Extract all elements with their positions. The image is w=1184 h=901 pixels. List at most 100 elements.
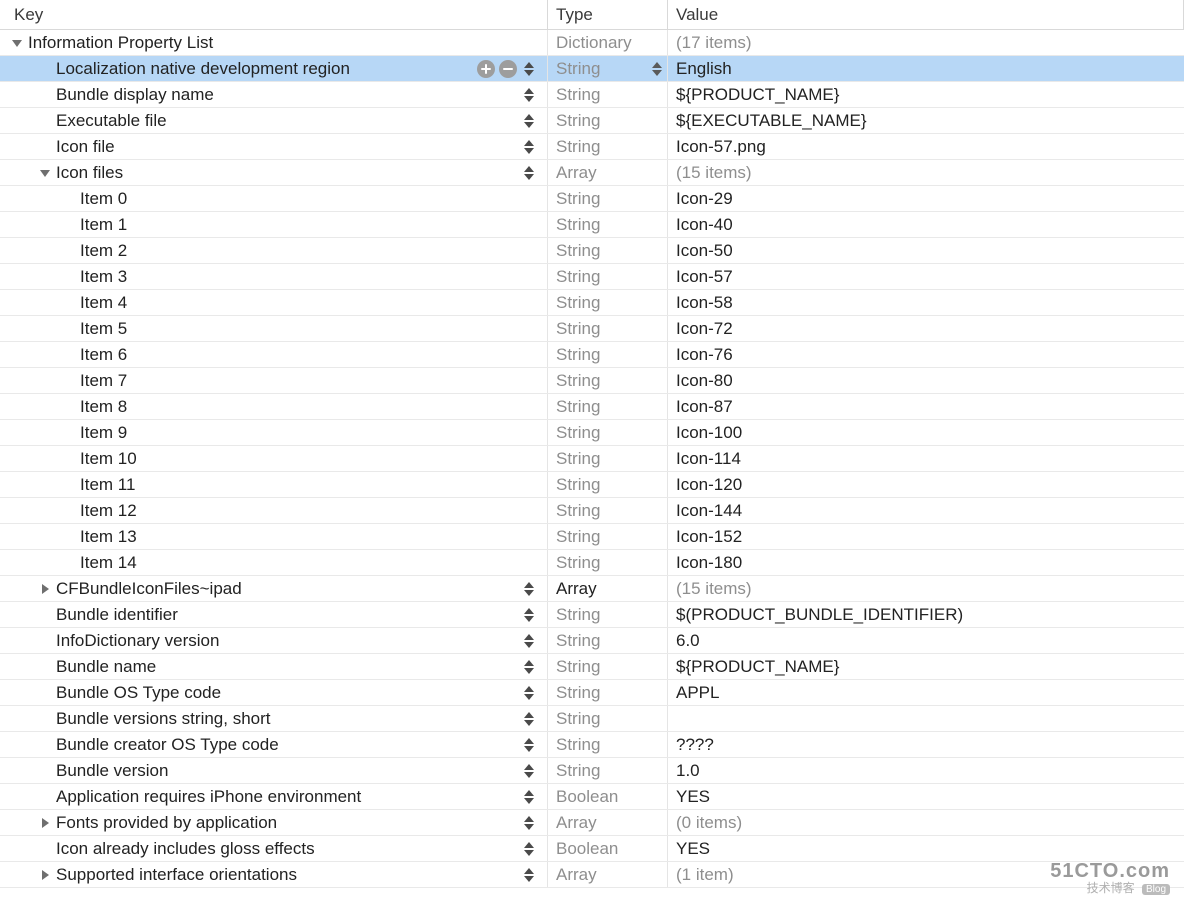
plist-row[interactable]: Icon already includes gloss effectsBoole… xyxy=(0,836,1184,862)
key-stepper-icon[interactable] xyxy=(523,787,535,807)
plist-value[interactable]: Icon-40 xyxy=(676,215,733,235)
plist-type: String xyxy=(556,137,600,157)
plist-row[interactable]: Item 7StringIcon-80 xyxy=(0,368,1184,394)
plist-row[interactable]: Icon filesArray(15 items) xyxy=(0,160,1184,186)
key-stepper-icon[interactable] xyxy=(523,111,535,131)
plist-value[interactable]: Icon-144 xyxy=(676,501,742,521)
plist-row[interactable]: CFBundleIconFiles~ipadArray(15 items) xyxy=(0,576,1184,602)
disclosure-down-icon[interactable] xyxy=(38,166,52,180)
key-stepper-icon[interactable] xyxy=(523,839,535,859)
disclosure-right-icon[interactable] xyxy=(38,582,52,596)
plist-value[interactable]: (1 item) xyxy=(676,865,734,885)
plist-value[interactable]: Icon-72 xyxy=(676,319,733,339)
plist-value[interactable]: Icon-29 xyxy=(676,189,733,209)
plist-value[interactable]: Icon-58 xyxy=(676,293,733,313)
add-row-icon[interactable] xyxy=(477,60,495,78)
plist-key: Item 12 xyxy=(80,501,137,521)
plist-value[interactable]: Icon-57.png xyxy=(676,137,766,157)
plist-value[interactable]: 1.0 xyxy=(676,761,700,781)
plist-row[interactable]: InfoDictionary versionString6.0 xyxy=(0,628,1184,654)
key-stepper-icon[interactable] xyxy=(523,735,535,755)
key-stepper-icon[interactable] xyxy=(523,761,535,781)
plist-value[interactable]: Icon-114 xyxy=(676,449,741,469)
type-stepper-icon[interactable] xyxy=(651,59,663,79)
plist-value[interactable]: ${PRODUCT_NAME} xyxy=(676,657,839,677)
plist-value[interactable]: Icon-120 xyxy=(676,475,742,495)
plist-row[interactable]: Bundle identifierString$(PRODUCT_BUNDLE_… xyxy=(0,602,1184,628)
plist-row[interactable]: Item 2StringIcon-50 xyxy=(0,238,1184,264)
plist-row[interactable]: Bundle OS Type codeStringAPPL xyxy=(0,680,1184,706)
header-type[interactable]: Type xyxy=(548,0,668,29)
plist-row[interactable]: Executable fileString${EXECUTABLE_NAME} xyxy=(0,108,1184,134)
plist-row[interactable]: Item 0StringIcon-29 xyxy=(0,186,1184,212)
key-stepper-icon[interactable] xyxy=(523,137,535,157)
key-stepper-icon[interactable] xyxy=(523,579,535,599)
key-stepper-icon[interactable] xyxy=(523,631,535,651)
plist-value[interactable]: Icon-180 xyxy=(676,553,742,573)
disclosure-right-icon[interactable] xyxy=(38,868,52,882)
plist-row[interactable]: Item 5StringIcon-72 xyxy=(0,316,1184,342)
key-stepper-icon[interactable] xyxy=(523,59,535,79)
key-stepper-icon[interactable] xyxy=(523,657,535,677)
plist-row[interactable]: Item 3StringIcon-57 xyxy=(0,264,1184,290)
disclosure-down-icon[interactable] xyxy=(10,36,24,50)
plist-key: Fonts provided by application xyxy=(56,813,277,833)
plist-row[interactable]: Bundle nameString${PRODUCT_NAME} xyxy=(0,654,1184,680)
plist-row[interactable]: Item 9StringIcon-100 xyxy=(0,420,1184,446)
plist-row[interactable]: Item 11StringIcon-120 xyxy=(0,472,1184,498)
plist-row[interactable]: Item 6StringIcon-76 xyxy=(0,342,1184,368)
plist-value[interactable]: 6.0 xyxy=(676,631,700,651)
key-stepper-icon[interactable] xyxy=(523,709,535,729)
plist-root-row[interactable]: Information Property List Dictionary (17… xyxy=(0,30,1184,56)
plist-value[interactable]: Icon-152 xyxy=(676,527,742,547)
plist-key: Item 6 xyxy=(80,345,127,365)
plist-row[interactable]: Item 1StringIcon-40 xyxy=(0,212,1184,238)
header-key[interactable]: Key xyxy=(0,0,548,29)
plist-row[interactable]: Item 10StringIcon-114 xyxy=(0,446,1184,472)
plist-row[interactable]: Item 4StringIcon-58 xyxy=(0,290,1184,316)
plist-type: String xyxy=(556,683,600,703)
key-stepper-icon[interactable] xyxy=(523,865,535,885)
plist-row[interactable]: Application requires iPhone environmentB… xyxy=(0,784,1184,810)
plist-row[interactable]: Bundle versions string, shortString xyxy=(0,706,1184,732)
plist-value[interactable]: ${EXECUTABLE_NAME} xyxy=(676,111,867,131)
plist-value[interactable]: (15 items) xyxy=(676,579,752,599)
plist-row[interactable]: Bundle display nameString${PRODUCT_NAME} xyxy=(0,82,1184,108)
plist-row[interactable]: Supported interface orientations Array (1 … xyxy=(0,862,1184,888)
plist-row[interactable]: Item 14StringIcon-180 xyxy=(0,550,1184,576)
plist-value[interactable]: Icon-57 xyxy=(676,267,733,287)
plist-value[interactable]: YES xyxy=(676,787,710,807)
plist-value[interactable]: ${PRODUCT_NAME} xyxy=(676,85,839,105)
plist-type: Array xyxy=(556,865,597,885)
key-stepper-icon[interactable] xyxy=(523,85,535,105)
plist-key: Supported interface orientations xyxy=(56,865,297,885)
key-stepper-icon[interactable] xyxy=(523,683,535,703)
key-stepper-icon[interactable] xyxy=(523,163,535,183)
plist-row[interactable]: Item 13StringIcon-152 xyxy=(0,524,1184,550)
key-stepper-icon[interactable] xyxy=(523,605,535,625)
plist-type: Boolean xyxy=(556,839,618,859)
plist-row[interactable]: Localization native development regionSt… xyxy=(0,56,1184,82)
plist-row[interactable]: Bundle versionString1.0 xyxy=(0,758,1184,784)
plist-value[interactable]: Icon-50 xyxy=(676,241,733,261)
plist-value[interactable]: ???? xyxy=(676,735,714,755)
plist-value[interactable]: (0 items) xyxy=(676,813,742,833)
plist-row[interactable]: Fonts provided by applicationArray(0 ite… xyxy=(0,810,1184,836)
plist-value[interactable]: English xyxy=(676,59,732,79)
plist-value[interactable]: Icon-76 xyxy=(676,345,733,365)
remove-row-icon[interactable] xyxy=(499,60,517,78)
disclosure-right-icon[interactable] xyxy=(38,816,52,830)
plist-value[interactable]: $(PRODUCT_BUNDLE_IDENTIFIER) xyxy=(676,605,963,625)
plist-row[interactable]: Icon fileStringIcon-57.png xyxy=(0,134,1184,160)
plist-value[interactable]: Icon-87 xyxy=(676,397,733,417)
header-value[interactable]: Value xyxy=(668,0,1184,29)
plist-row[interactable]: Item 12StringIcon-144 xyxy=(0,498,1184,524)
plist-value[interactable]: Icon-100 xyxy=(676,423,742,443)
plist-value[interactable]: (15 items) xyxy=(676,163,752,183)
plist-value[interactable]: Icon-80 xyxy=(676,371,733,391)
plist-row[interactable]: Item 8StringIcon-87 xyxy=(0,394,1184,420)
plist-value[interactable]: YES xyxy=(676,839,710,859)
plist-value[interactable]: APPL xyxy=(676,683,719,703)
key-stepper-icon[interactable] xyxy=(523,813,535,833)
plist-row[interactable]: Bundle creator OS Type codeString???? xyxy=(0,732,1184,758)
